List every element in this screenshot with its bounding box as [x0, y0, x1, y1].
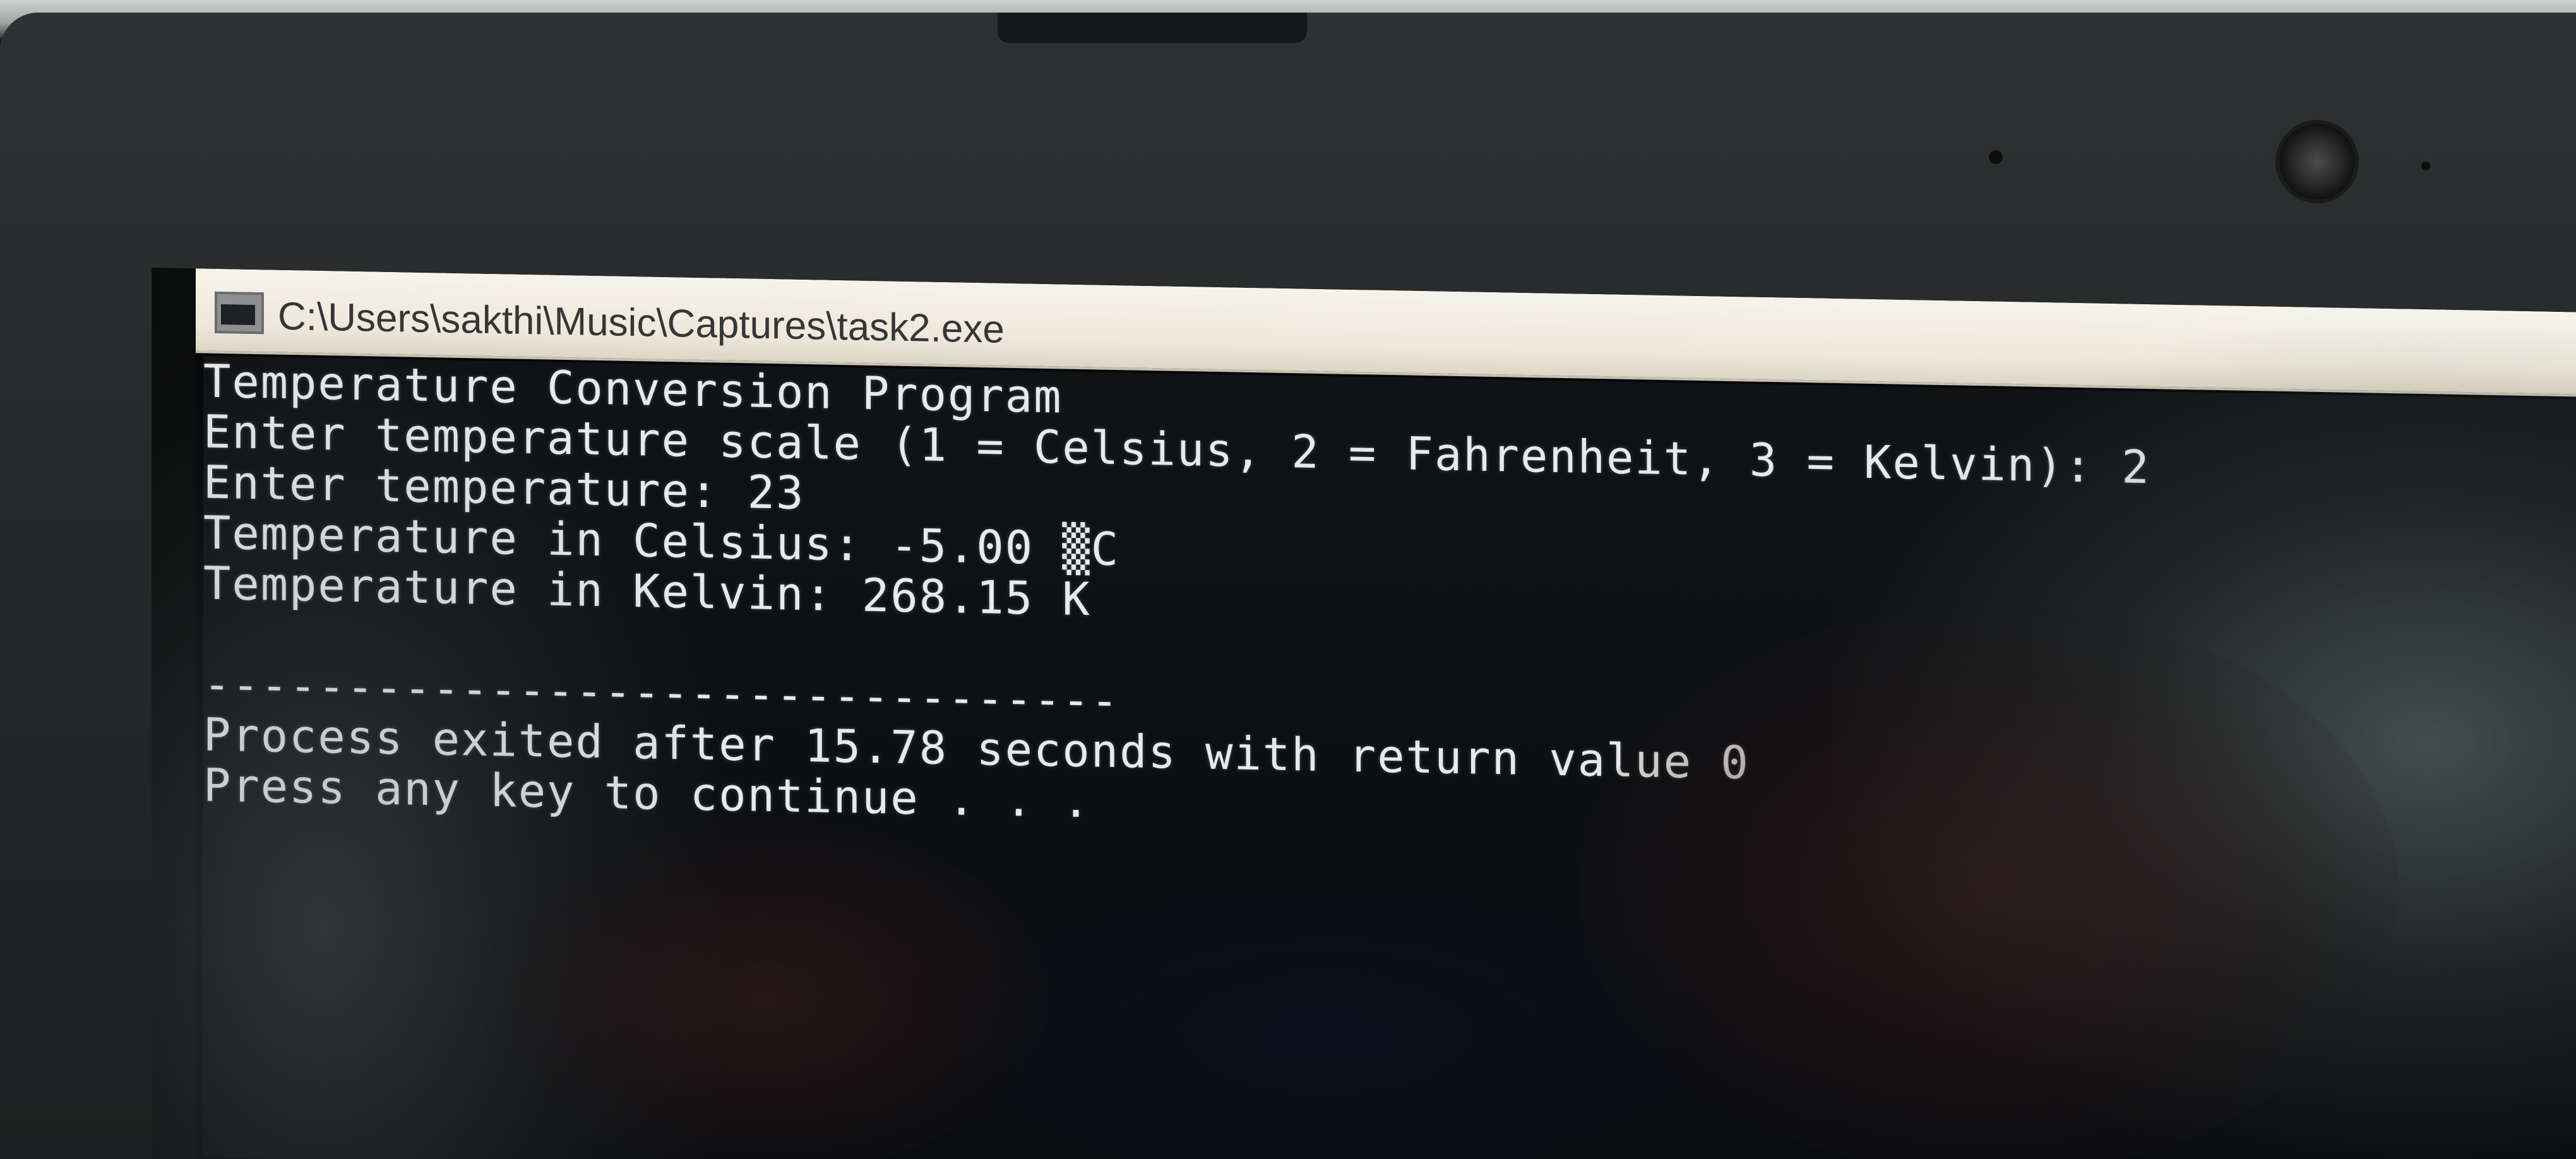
ambient-sensor — [1989, 150, 2003, 164]
indicator-light — [2421, 162, 2430, 170]
webcam-icon — [2279, 124, 2355, 199]
laptop-screen: C:\Users\sakthi\Music\Captures\task2.exe… — [152, 268, 2576, 1159]
console-output[interactable]: Temperature Conversion Program Enter tem… — [203, 355, 2576, 1159]
bezel-notch — [998, 13, 1307, 43]
photo-scene: C:\Users\sakthi\Music\Captures\task2.exe… — [0, 0, 2576, 1159]
window-title: C:\Users\sakthi\Music\Captures\task2.exe — [278, 294, 1005, 352]
console-window-icon[interactable] — [215, 291, 264, 335]
console-window[interactable]: C:\Users\sakthi\Music\Captures\task2.exe… — [196, 268, 2576, 1159]
